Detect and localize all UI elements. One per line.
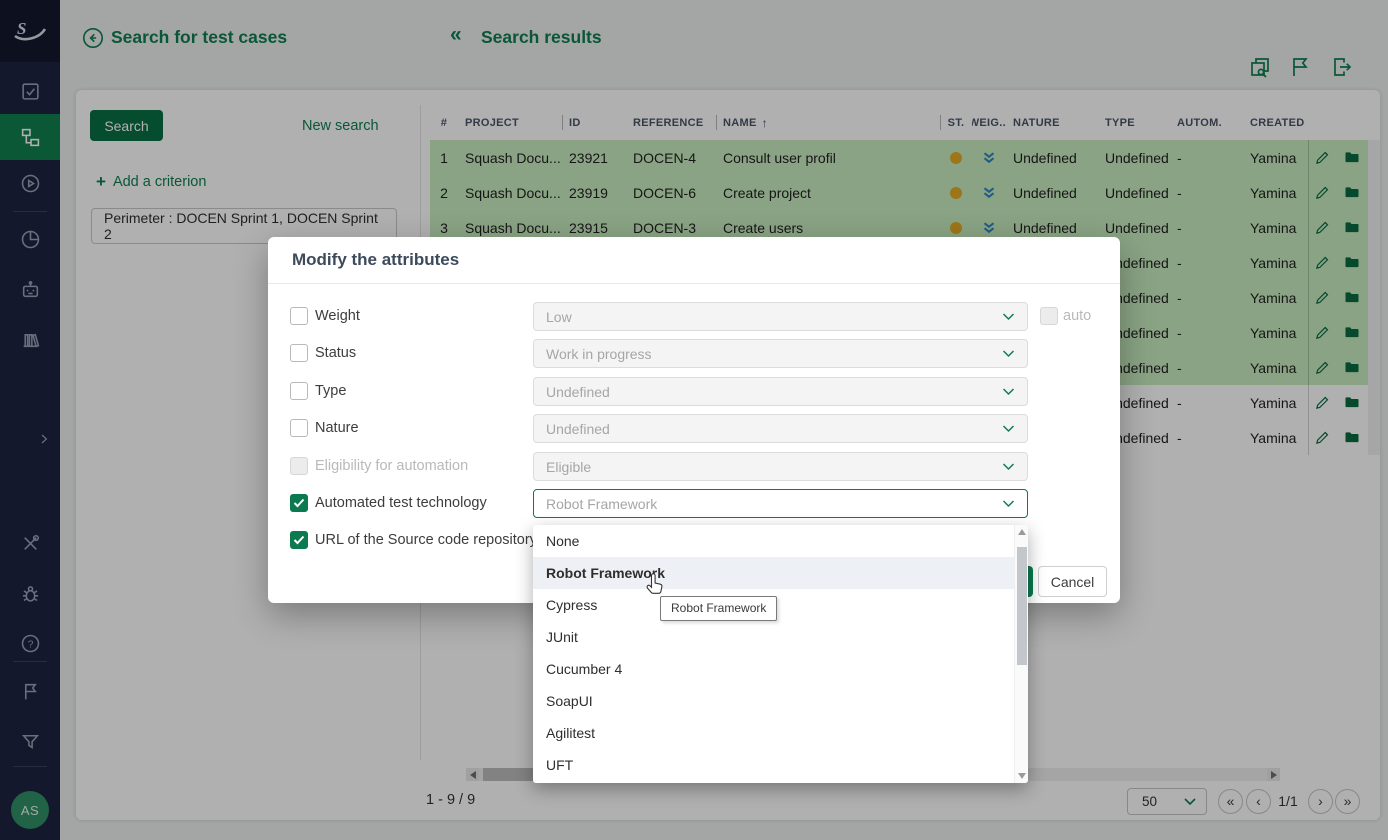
url-repository-checkbox[interactable] bbox=[290, 531, 308, 549]
dropdown-option[interactable]: Cucumber 4 bbox=[533, 653, 1014, 685]
status-label: Status bbox=[315, 345, 356, 362]
nature-value: Undefined bbox=[546, 421, 610, 437]
dropdown-option[interactable]: None bbox=[533, 525, 1014, 557]
test-technology-select[interactable]: Robot Framework bbox=[533, 489, 1028, 518]
eligibility-select[interactable]: Eligible bbox=[533, 452, 1028, 481]
nature-select[interactable]: Undefined bbox=[533, 414, 1028, 443]
chevron-down-icon bbox=[1002, 425, 1015, 433]
eligibility-label: Eligibility for automation bbox=[315, 458, 468, 475]
status-value: Work in progress bbox=[546, 346, 652, 362]
type-checkbox[interactable] bbox=[290, 382, 308, 400]
chevron-down-icon bbox=[1002, 500, 1015, 508]
status-select[interactable]: Work in progress bbox=[533, 339, 1028, 368]
eligibility-value: Eligible bbox=[546, 459, 591, 475]
option-tooltip: Robot Framework bbox=[660, 596, 777, 621]
dropdown-option[interactable]: Agilitest bbox=[533, 717, 1014, 749]
type-select[interactable]: Undefined bbox=[533, 377, 1028, 406]
test-technology-value: Robot Framework bbox=[546, 496, 657, 512]
test-technology-dropdown: None Robot Framework Cypress JUnit Cucum… bbox=[533, 525, 1028, 783]
chevron-down-icon bbox=[1002, 388, 1015, 396]
chevron-down-icon bbox=[1002, 463, 1015, 471]
nature-checkbox[interactable] bbox=[290, 419, 308, 437]
modal-divider bbox=[268, 283, 1120, 284]
cancel-button[interactable]: Cancel bbox=[1038, 566, 1107, 597]
scroll-down-arrow-icon[interactable] bbox=[1018, 773, 1026, 779]
dropdown-scrollbar[interactable] bbox=[1014, 525, 1028, 783]
status-checkbox[interactable] bbox=[290, 344, 308, 362]
auto-checkbox[interactable] bbox=[1040, 307, 1058, 325]
chevron-down-icon bbox=[1002, 350, 1015, 358]
check-icon bbox=[293, 535, 305, 545]
eligibility-checkbox[interactable] bbox=[290, 457, 308, 475]
dropdown-option[interactable]: JUnit bbox=[533, 621, 1014, 653]
scrollbar-thumb[interactable] bbox=[1017, 547, 1027, 665]
nature-label: Nature bbox=[315, 420, 359, 437]
test-technology-label: Automated test technology bbox=[315, 495, 487, 512]
modal-title: Modify the attributes bbox=[292, 250, 459, 270]
check-icon bbox=[293, 498, 305, 508]
weight-select[interactable]: Low bbox=[533, 302, 1028, 331]
app-root: S bbox=[0, 0, 1388, 840]
dropdown-option[interactable]: SoapUI bbox=[533, 685, 1014, 717]
type-value: Undefined bbox=[546, 384, 610, 400]
test-technology-checkbox[interactable] bbox=[290, 494, 308, 512]
chevron-down-icon bbox=[1002, 313, 1015, 321]
type-label: Type bbox=[315, 383, 346, 400]
auto-label: auto bbox=[1063, 308, 1091, 325]
weight-value: Low bbox=[546, 309, 572, 325]
dropdown-option[interactable]: UFT bbox=[533, 749, 1014, 781]
scroll-up-arrow-icon[interactable] bbox=[1018, 529, 1026, 535]
weight-label: Weight bbox=[315, 308, 360, 325]
dropdown-option-hovered[interactable]: Robot Framework bbox=[533, 557, 1014, 589]
url-repository-label: URL of the Source code repository bbox=[315, 532, 537, 549]
weight-checkbox[interactable] bbox=[290, 307, 308, 325]
